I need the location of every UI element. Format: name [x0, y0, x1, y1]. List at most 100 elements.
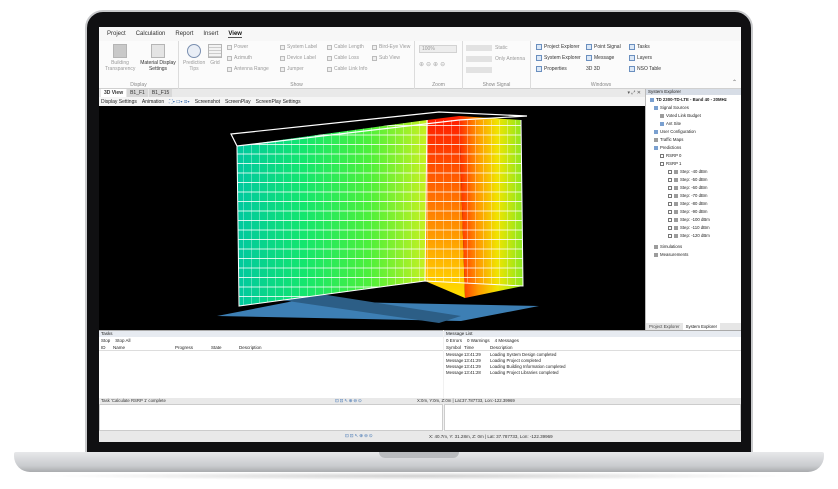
tree-rsrp-0[interactable]: RSRP 0: [660, 153, 681, 158]
tree-user-configuration[interactable]: User Configuration: [654, 129, 696, 134]
app-screen: Project Calculation Report Insert View B…: [99, 27, 741, 442]
building-transparency-button[interactable]: Building Transparency: [105, 44, 135, 72]
azimuth-checkbox[interactable]: Azimuth: [227, 55, 252, 61]
tab-project[interactable]: Project: [107, 31, 126, 37]
message-time: 13:41:29: [464, 351, 481, 357]
system-explorer-icon: [536, 55, 542, 61]
system-label-checkbox[interactable]: System Label: [280, 44, 317, 50]
nso-table-button[interactable]: NSO Table: [629, 66, 661, 72]
screenplay-button[interactable]: ScreenPlay: [225, 99, 251, 105]
3d-view-canvas[interactable]: [99, 106, 645, 330]
tab-view[interactable]: View: [228, 31, 242, 38]
tab-b1-f15[interactable]: B1_F15: [148, 89, 173, 97]
col-id: ID: [101, 344, 106, 350]
screenplay-settings-button[interactable]: ScreenPlay Settings: [256, 99, 301, 105]
view-window-controls-icon[interactable]: ▾ ⤢ ✕: [625, 89, 644, 97]
tree-ant-site[interactable]: Ant Site: [660, 121, 681, 126]
tab-3d-view[interactable]: 3D View: [101, 89, 127, 97]
material-icon: [151, 44, 165, 58]
checkbox-icon: [372, 44, 377, 50]
static-swatch: [466, 45, 492, 51]
sub-view-checkbox[interactable]: Sub View: [372, 55, 400, 61]
material-display-settings-button[interactable]: Material Display Settings: [139, 44, 177, 72]
properties-icon: [536, 66, 542, 72]
message-row[interactable]: Message 13:41:29 Loading System Design com…: [444, 351, 741, 357]
antenna-range-checkbox[interactable]: Antenna Range: [227, 66, 269, 72]
prediction-tips-button[interactable]: Prediction Tips: [183, 44, 205, 72]
message-button[interactable]: Message: [586, 55, 614, 61]
tasks-icon: [629, 44, 635, 50]
message-list-panel: Message List 0 Errors 0 Warnings 4 Messa…: [444, 330, 741, 403]
project-explorer-button[interactable]: Project Explorer: [536, 44, 580, 50]
tree-measurements[interactable]: Measurements: [654, 252, 688, 257]
warnings-filter[interactable]: 0 Warnings: [467, 337, 490, 344]
zoom-level-select[interactable]: 100%: [419, 45, 457, 53]
checkbox-icon: [668, 177, 672, 182]
message-row[interactable]: Message 13:41:29 Loading Building Informat…: [444, 363, 741, 369]
three-d-button[interactable]: 3D 3D: [586, 66, 600, 72]
checkbox-icon: [280, 44, 285, 50]
checkbox-icon: [668, 225, 672, 230]
tree-step-item[interactable]: Step: -110 dBm: [668, 225, 710, 230]
point-signal-button[interactable]: Point Signal: [586, 44, 621, 50]
tree-step-item[interactable]: Step: -40 dBm: [668, 169, 707, 174]
tab-insert[interactable]: Insert: [203, 31, 218, 37]
tree-step-item[interactable]: Step: -50 dBm: [668, 177, 707, 182]
tree-step-item[interactable]: Step: -80 dBm: [668, 201, 707, 206]
tab-system-explorer[interactable]: System Explorer: [682, 323, 721, 330]
zoom-icons[interactable]: ⊕⊖⊕⊖: [419, 61, 447, 68]
layers-button[interactable]: Layers: [629, 55, 652, 61]
tab-report[interactable]: Report: [175, 31, 193, 37]
animation-button[interactable]: Animation: [142, 99, 164, 105]
map-icon: [654, 137, 658, 142]
stop-all-button[interactable]: Stop All: [115, 337, 130, 344]
tab-calculation[interactable]: Calculation: [136, 31, 166, 37]
checkbox-icon: [668, 185, 672, 190]
system-explorer-button[interactable]: System Explorer: [536, 55, 581, 61]
message-row[interactable]: Message 13:41:29 Loading Project completed: [444, 357, 741, 363]
lower-left-pane: [99, 404, 443, 431]
collapse-ribbon-icon[interactable]: ⌃: [732, 79, 737, 86]
properties-button[interactable]: Properties: [536, 66, 567, 72]
network-icon: [650, 97, 654, 102]
color-swatch-icon: [674, 225, 678, 230]
birds-eye-view-checkbox[interactable]: Bird-Eye View: [372, 44, 410, 50]
device-label-checkbox[interactable]: Device Label: [280, 55, 316, 61]
east-floor-grid: [425, 120, 523, 286]
tasks-toolbar: Stop Stop All: [99, 337, 443, 344]
power-checkbox[interactable]: Power: [227, 44, 248, 50]
display-settings-button[interactable]: Display Settings: [101, 99, 137, 105]
view-tool-icons[interactable]: ⛶▾ ⬚▾ ⊡▾: [169, 99, 190, 105]
message-row[interactable]: Message 13:41:28 Loading Project Libraries…: [444, 369, 741, 375]
cursor-coordinates: X: 40.7m, Y: 31.28m, Z: 0m | Lat: 37.787…: [429, 434, 553, 439]
tree-voted-link-budget[interactable]: Voted Link Budget: [660, 113, 701, 118]
static-toggle[interactable]: Static: [495, 45, 508, 51]
tree-simulations[interactable]: Simulations: [654, 244, 682, 249]
cable-loss-checkbox[interactable]: Cable Loss: [327, 55, 359, 61]
tree-step-item[interactable]: Step: -60 dBm: [668, 185, 707, 190]
screenshot-button[interactable]: Screenshot: [195, 99, 220, 105]
tree-step-item[interactable]: Step: -120 dBm: [668, 233, 710, 238]
jumper-checkbox[interactable]: Jumper: [280, 66, 304, 72]
tree-step-item[interactable]: Step: -100 dBm: [668, 217, 710, 222]
tree-predictions[interactable]: Predictions: [654, 145, 681, 150]
errors-filter[interactable]: 0 Errors: [446, 337, 462, 344]
tree-signal-sources[interactable]: Signal Sources: [654, 105, 689, 110]
grid-button[interactable]: Grid: [207, 44, 223, 66]
only-antenna-toggle[interactable]: Only Antenna: [495, 56, 525, 62]
cable-length-checkbox[interactable]: Cable Length: [327, 44, 364, 50]
tree-rsrp-1[interactable]: RSRP 1: [660, 161, 681, 166]
tab-project-explorer[interactable]: Project Explorer: [646, 323, 683, 330]
tasks-button[interactable]: Tasks: [629, 44, 650, 50]
checkbox-icon: [668, 169, 672, 174]
tab-b1-f1[interactable]: B1_F1: [127, 89, 148, 97]
messages-filter[interactable]: 4 Messages: [495, 337, 519, 344]
tree-step-item[interactable]: Step: -70 dBm: [668, 193, 707, 198]
tree-traffic-maps[interactable]: Traffic Maps: [654, 137, 683, 142]
cable-link-info-checkbox[interactable]: Cable Link Info: [327, 66, 367, 72]
tree-step-item[interactable]: Step: -90 dBm: [668, 209, 707, 214]
stop-button[interactable]: Stop: [101, 337, 110, 344]
tree-root[interactable]: TD 2300-TD-LTE - Band 40 - 20MHz: [650, 97, 727, 102]
checkbox-icon: [280, 66, 285, 72]
status-tool-icons[interactable]: ⊡⊡↖⊕⊖⊙: [345, 433, 374, 439]
